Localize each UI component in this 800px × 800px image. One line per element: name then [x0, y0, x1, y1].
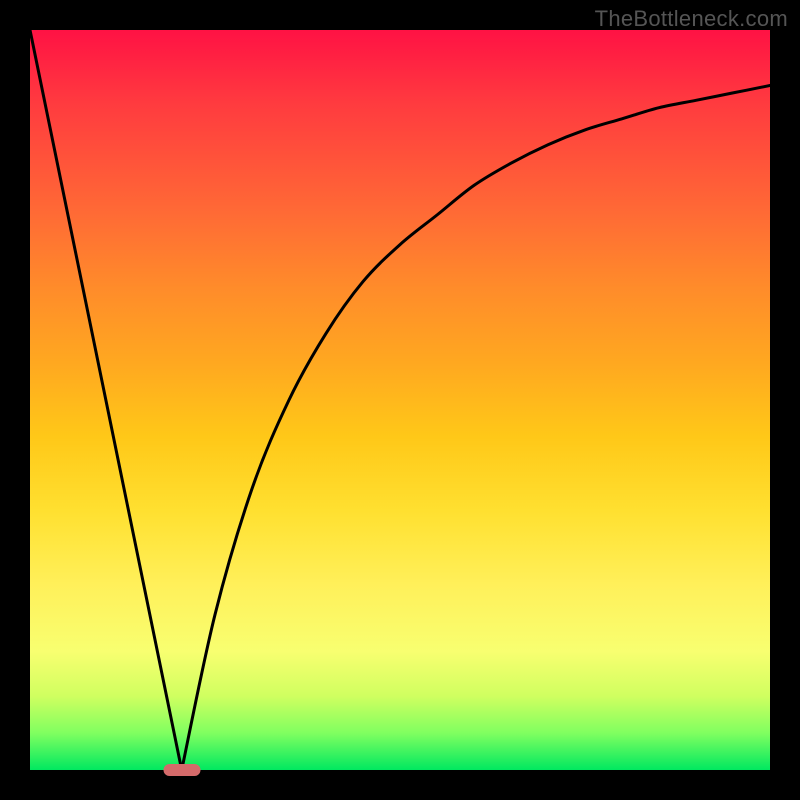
chart-frame: TheBottleneck.com [0, 0, 800, 800]
minimum-marker [163, 764, 200, 776]
left-slope [30, 30, 182, 770]
curve-layer [30, 30, 770, 770]
watermark-label: TheBottleneck.com [595, 6, 788, 32]
plot-area [30, 30, 770, 770]
right-curve [182, 86, 770, 771]
